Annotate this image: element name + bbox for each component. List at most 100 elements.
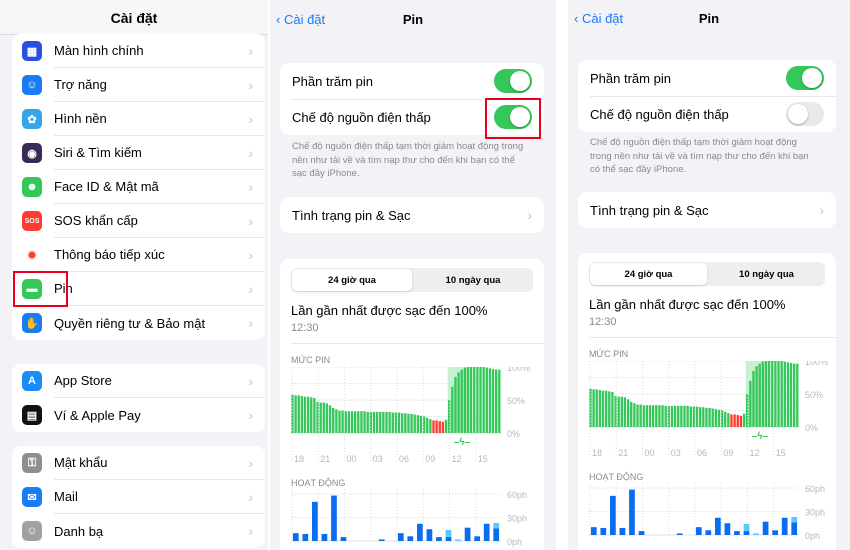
- battery-bar: [397, 412, 401, 433]
- battery-percentage-toggle[interactable]: [786, 66, 824, 90]
- battery-bar: [648, 405, 652, 427]
- settings-item[interactable]: ☺ Danh bạ ›: [12, 514, 265, 548]
- x-tick-label: 03: [373, 454, 383, 464]
- battery-bar: [347, 411, 351, 433]
- battery-bar: [608, 391, 611, 427]
- battery-health-button[interactable]: Tình trạng pin & Sạc ›: [280, 197, 544, 233]
- battery-bar: [749, 380, 752, 427]
- battery-bar: [357, 411, 360, 433]
- battery-bar: [319, 402, 322, 433]
- period-segmented-control: 24 giờ qua 10 ngày qua: [291, 268, 533, 292]
- battery-bar: [495, 369, 498, 433]
- screen-on-bar: [302, 533, 309, 541]
- battery-bar: [306, 396, 310, 433]
- battery-bar: [786, 362, 790, 427]
- x-tick-label: 09: [723, 448, 733, 458]
- battery-bar: [491, 368, 495, 433]
- chevron-right-icon: ›: [248, 455, 253, 471]
- battery-bar: [689, 406, 692, 427]
- battery-bar: [488, 368, 492, 433]
- battery-bar: [664, 405, 667, 427]
- battery-bar: [379, 411, 382, 433]
- page-title: Cài đặt: [0, 0, 268, 35]
- battery-percentage-row: Phần trăm pin: [578, 60, 836, 96]
- tab-24h[interactable]: 24 giờ qua: [292, 269, 412, 291]
- battery-bar: [642, 405, 645, 427]
- battery-bar: [463, 367, 467, 433]
- last-charged-title: Lần gần nhất được sạc đến 100%: [291, 303, 488, 318]
- chevron-right-icon: ›: [248, 523, 253, 539]
- settings-item[interactable]: ✋ Quyền riêng tư & Bảo mật ›: [12, 306, 265, 340]
- screen-on-bar: [610, 495, 616, 535]
- battery-bar: [476, 367, 479, 433]
- y-tick-label: 0ph: [507, 537, 522, 547]
- battery-bar: [793, 363, 796, 427]
- battery-bar: [294, 395, 297, 433]
- battery-bar: [438, 421, 441, 433]
- battery-bar: [655, 405, 658, 427]
- battery-percentage-toggle[interactable]: [494, 69, 532, 93]
- chevron-right-icon: ›: [248, 407, 253, 423]
- battery-bar: [780, 361, 783, 427]
- settings-item-label: Face ID & Mật mã: [54, 170, 265, 204]
- tab-10d[interactable]: 10 ngày qua: [413, 268, 533, 292]
- settings-screen: Cài đặt ▦ Màn hình chính › ☺ Trợ năng › ✿ Hình …: [0, 0, 268, 550]
- siri-icon: ◉: [22, 143, 42, 163]
- battery-bar: [410, 413, 413, 433]
- settings-item[interactable]: ✿ Hình nền ›: [12, 102, 265, 136]
- settings-item[interactable]: ▤ Ví & Apple Pay ›: [12, 398, 265, 432]
- tab-10d[interactable]: 10 ngày qua: [708, 262, 825, 286]
- battery-bar: [764, 361, 768, 427]
- screen-on-bar: [676, 533, 683, 535]
- battery-bar: [432, 420, 435, 433]
- settings-item[interactable]: ✉ Mail ›: [12, 480, 265, 514]
- battery-bar: [771, 361, 774, 427]
- screen-off-bar: [445, 530, 452, 538]
- settings-item-label: Danh bạ: [54, 523, 104, 539]
- screen-on-bar: [321, 533, 328, 541]
- screen-on-bar: [705, 530, 712, 535]
- low-power-mode-toggle[interactable]: [786, 102, 824, 126]
- charging-icon: –ϟ–: [752, 431, 769, 442]
- settings-item[interactable]: SOS SOS khẩn cấp ›: [12, 204, 265, 238]
- y-tick-label: 100%: [805, 361, 828, 367]
- screen-on-bar: [378, 539, 385, 541]
- battery-bar: [303, 396, 307, 433]
- battery-health-button[interactable]: Tình trạng pin & Sạc ›: [578, 192, 836, 228]
- battery-bar: [350, 411, 354, 433]
- battery-bar: [332, 407, 335, 433]
- battery-bar: [789, 362, 793, 427]
- wallpaper-icon: ✿: [22, 109, 42, 129]
- x-tick-label: 06: [697, 448, 707, 458]
- settings-item[interactable]: ☺ Trợ năng ›: [12, 68, 265, 102]
- battery-bar: [353, 411, 357, 433]
- settings-item[interactable]: ☻ Face ID & Mật mã ›: [12, 170, 265, 204]
- screen-off-bar: [791, 516, 798, 523]
- battery-bar: [391, 412, 394, 433]
- settings-item[interactable]: ▦ Màn hình chính ›: [12, 34, 265, 68]
- settings-item-label: Pin: [54, 272, 265, 306]
- screen-on-bar: [493, 528, 500, 541]
- battery-bar: [639, 404, 642, 427]
- battery-bar: [469, 367, 473, 433]
- tab-24h[interactable]: 24 giờ qua: [590, 263, 707, 285]
- settings-item-label: Màn hình chính: [54, 34, 265, 68]
- settings-item[interactable]: A App Store ›: [12, 364, 265, 398]
- battery-bar: [325, 403, 329, 433]
- screen-on-bar: [340, 537, 347, 541]
- battery-bar: [485, 367, 488, 433]
- battery-bar: [482, 367, 485, 433]
- battery-bar: [714, 409, 718, 427]
- settings-item[interactable]: ⚿ Mật khẩu ›: [12, 446, 265, 480]
- app-store-icon: A: [22, 371, 42, 391]
- x-tick-label: 15: [478, 454, 488, 464]
- battery-bar: [626, 399, 630, 427]
- battery-bar: [413, 414, 416, 433]
- low-power-mode-row: Chế độ nguồn điện thấp: [578, 96, 836, 132]
- x-tick-label: 21: [320, 454, 330, 464]
- battery-level-caption: MỨC PIN: [291, 355, 331, 365]
- battery-bar: [727, 413, 730, 427]
- settings-item[interactable]: ◉ Siri & Tìm kiếm ›: [12, 136, 265, 170]
- settings-item[interactable]: ✹ Thông báo tiếp xúc ›: [12, 238, 265, 272]
- activity-chart: 60ph 30ph 0ph: [291, 489, 527, 547]
